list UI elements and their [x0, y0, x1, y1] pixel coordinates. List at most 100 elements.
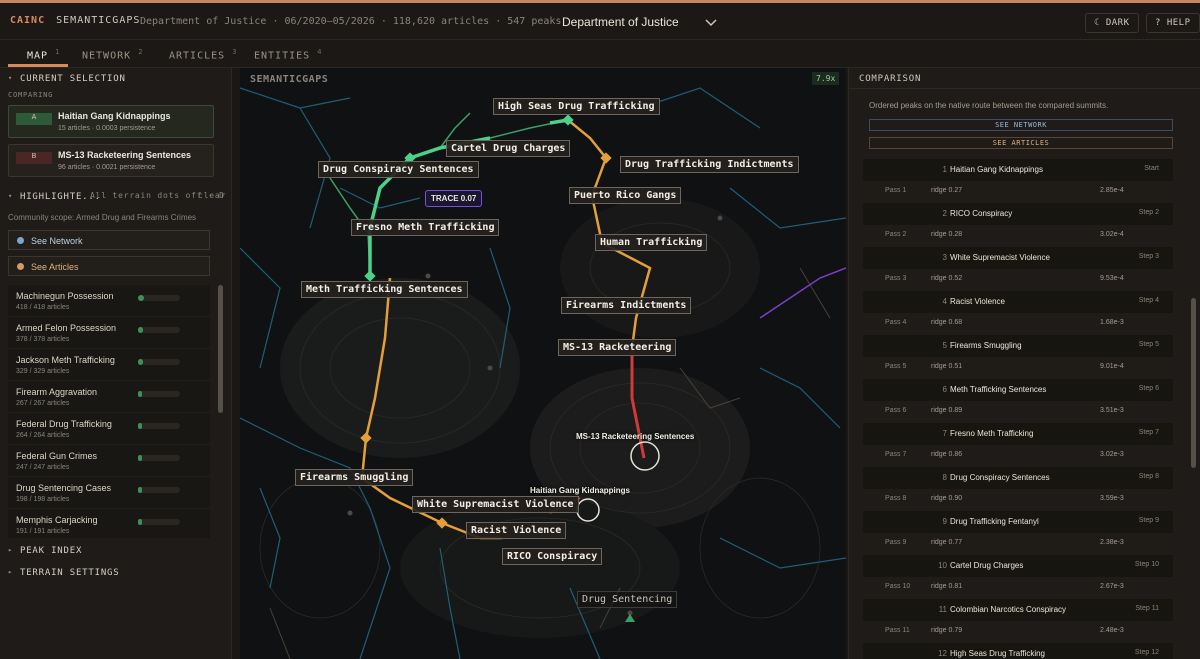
dark-mode-button[interactable]: ☾ DARK — [1085, 13, 1139, 33]
tab-network[interactable]: NETWORK 2 — [82, 48, 143, 61]
route-step-label: Step 4 — [1138, 297, 1159, 304]
route-pass-row: Pass 2 ridge 0.28 3.02e-4 — [863, 225, 1173, 247]
list-item[interactable]: Federal Drug Trafficking 264 / 264 articl… — [8, 413, 210, 445]
route-peak-row[interactable]: 4 Racist Violence Step 4 — [863, 291, 1173, 313]
tab-entities[interactable]: ENTITIES 4 — [254, 48, 322, 61]
coverage-bar — [138, 487, 180, 493]
see-network-button[interactable]: See Network — [8, 230, 210, 250]
route-step-number: 2 — [942, 209, 947, 218]
product-name: SEMANTICGAPS — [56, 15, 141, 26]
moon-icon: ☾ — [1094, 18, 1100, 28]
selected-peak-a-label[interactable]: Haitian Gang Kidnappings — [530, 486, 630, 495]
pass-label: Pass 11 — [885, 627, 910, 634]
peak-label[interactable]: Meth Trafficking Sentences — [301, 281, 468, 298]
peak-label[interactable]: RICO Conspiracy — [502, 548, 603, 565]
route-peak-row[interactable]: 6 Meth Trafficking Sentences Step 6 — [863, 379, 1173, 401]
route-peak-row[interactable]: 9 Drug Trafficking Fentanyl Step 9 — [863, 511, 1173, 533]
peak-index-header[interactable]: ▸ PEAK INDEX — [0, 542, 231, 560]
peak-label[interactable]: Firearms Smuggling — [295, 469, 414, 486]
list-item[interactable]: Memphis Carjacking 191 / 191 articles — [8, 509, 210, 538]
compare-a-sub: 15 articles · 0.0003 persistence — [58, 125, 156, 132]
badge-b: B — [16, 152, 52, 164]
pass-label: Pass 8 — [885, 495, 907, 502]
pass-ridge: ridge 0.79 — [931, 627, 963, 634]
see-articles-button[interactable]: SEE ARTICLES — [869, 137, 1173, 149]
current-selection-header[interactable]: ▾ CURRENT SELECTION — [0, 70, 231, 88]
terrain-settings-header[interactable]: ▸ TERRAIN SETTINGS — [0, 564, 231, 582]
route-peak-row[interactable]: 7 Fresno Meth Trafficking Step 7 — [863, 423, 1173, 445]
chevron-down-icon[interactable] — [704, 15, 718, 29]
see-articles-button[interactable]: See Articles — [8, 256, 210, 276]
route-peak-row[interactable]: 3 White Supremacist Violence Step 3 — [863, 247, 1173, 269]
peak-label[interactable]: Racist Violence — [466, 522, 567, 539]
route-peak-row[interactable]: 11 Colombian Narcotics Conspiracy Step 11 — [863, 599, 1173, 621]
route-scrollbar[interactable] — [1191, 298, 1196, 468]
route-step-label: Start — [1144, 165, 1159, 172]
route-step-number: 11 — [938, 605, 947, 614]
peak-label[interactable]: Drug Conspiracy Sentences — [318, 161, 479, 178]
peak-label[interactable]: Cartel Drug Charges — [446, 140, 571, 157]
route-step-number: 9 — [942, 517, 947, 526]
route-peak-row[interactable]: 1 Haitian Gang Kidnappings Start — [863, 159, 1173, 181]
peak-label[interactable]: High Seas Drug Trafficking — [493, 98, 660, 115]
route-pass-row: Pass 1 ridge 0.27 2.85e-4 — [863, 181, 1173, 203]
list-item[interactable]: Firearm Aggravation 267 / 267 articles — [8, 381, 210, 413]
list-item[interactable]: Armed Felon Possession 378 / 378 articles — [8, 317, 210, 349]
peak-label[interactable]: MS-13 Racketeering — [558, 339, 677, 356]
list-item[interactable]: Federal Gun Crimes 247 / 247 articles — [8, 445, 210, 477]
route-pass-row: Pass 10 ridge 0.81 2.67e-3 — [863, 577, 1173, 599]
pass-value: 3.02e-3 — [1100, 451, 1124, 458]
help-icon: ? — [1155, 18, 1161, 28]
route-step-label: Step 6 — [1138, 385, 1159, 392]
trace-badge[interactable]: TRACE 0.07 — [425, 190, 483, 207]
dataset-meta: Department of Justice · 06/2020–05/2026 … — [140, 16, 562, 27]
route-peak-name: Meth Trafficking Sentences — [950, 385, 1047, 394]
brand[interactable]: CAINC SEMANTICGAPS — [10, 15, 140, 26]
list-item[interactable]: Drug Sentencing Cases 198 / 198 articles — [8, 477, 210, 509]
collapse-icon: ▾ — [8, 192, 14, 200]
help-button[interactable]: ? HELP — [1146, 13, 1200, 33]
tab-map[interactable]: MAP 1 — [27, 48, 60, 61]
route-pass-row: Pass 4 ridge 0.68 1.68e-3 — [863, 313, 1173, 335]
route-peak-name: Drug Conspiracy Sentences — [950, 473, 1050, 482]
peak-label[interactable]: Fresno Meth Trafficking — [351, 219, 500, 236]
pass-ridge: ridge 0.68 — [931, 319, 963, 326]
route-peak-name: Drug Trafficking Fentanyl — [950, 517, 1039, 526]
highlights-header[interactable]: ▾ HIGHLIGHTE... All terrain dots off · D… — [0, 188, 231, 206]
dataset-select[interactable]: Department of Justice — [562, 15, 679, 29]
route-peak-row[interactable]: 2 RICO Conspiracy Step 2 — [863, 203, 1173, 225]
peak-label[interactable]: Firearms Indictments — [561, 297, 692, 314]
peak-label[interactable]: Drug Sentencing — [577, 591, 678, 608]
articles-dot-icon — [17, 263, 24, 270]
pass-value: 2.48e-3 — [1100, 627, 1124, 634]
network-dot-icon — [17, 237, 24, 244]
route-peak-row[interactable]: 5 Firearms Smuggling Step 5 — [863, 335, 1173, 357]
peak-label[interactable]: Drug Trafficking Indictments — [620, 156, 799, 173]
pass-value: 3.59e-3 — [1100, 495, 1124, 502]
route-pass-row: Pass 11 ridge 0.79 2.48e-3 — [863, 621, 1173, 643]
compare-card-a[interactable]: A Haitian Gang Kidnappings 15 articles ·… — [8, 105, 214, 138]
pass-value: 9.01e-4 — [1100, 363, 1124, 370]
peak-label[interactable]: Puerto Rico Gangs — [569, 187, 682, 204]
route-pass-row: Pass 9 ridge 0.77 2.38e-3 — [863, 533, 1173, 555]
peak-label[interactable]: Human Trafficking — [595, 234, 708, 251]
selected-peak-b-label[interactable]: MS-13 Racketeering Sentences — [576, 432, 694, 441]
compare-card-b[interactable]: B MS-13 Racketeering Sentences 96 articl… — [8, 144, 214, 177]
tab-articles[interactable]: ARTICLES 3 — [169, 48, 237, 61]
peak-label[interactable]: White Supremacist Violence — [412, 496, 579, 513]
route-peak-row[interactable]: 8 Drug Conspiracy Sentences Step 8 — [863, 467, 1173, 489]
list-item[interactable]: Jackson Meth Trafficking 329 / 329 articl… — [8, 349, 210, 381]
community-scope: Community scope: Armed Drug and Firearms… — [8, 213, 197, 222]
highlight-list[interactable]: Machinegun Possession 418 / 418 articles … — [8, 285, 210, 538]
list-scrollbar[interactable] — [218, 285, 223, 413]
route-peak-name: Haitian Gang Kidnappings — [950, 165, 1043, 174]
terrain-map[interactable]: SEMANTICGAPS 7.9x TRACE 0.07 High Seas D… — [240, 68, 846, 659]
dark-mode-label: DARK — [1105, 18, 1130, 28]
clear-button[interactable]: clear — [198, 191, 226, 200]
route-peak-row[interactable]: 12 High Seas Drug Trafficking Step 12 — [863, 643, 1173, 659]
list-item[interactable]: Machinegun Possession 418 / 418 articles — [8, 285, 210, 317]
route-pass-row: Pass 5 ridge 0.51 9.01e-4 — [863, 357, 1173, 379]
pass-value: 3.02e-4 — [1100, 231, 1124, 238]
see-network-button[interactable]: SEE NETWORK — [869, 119, 1173, 131]
route-peak-row[interactable]: 10 Cartel Drug Charges Step 10 — [863, 555, 1173, 577]
